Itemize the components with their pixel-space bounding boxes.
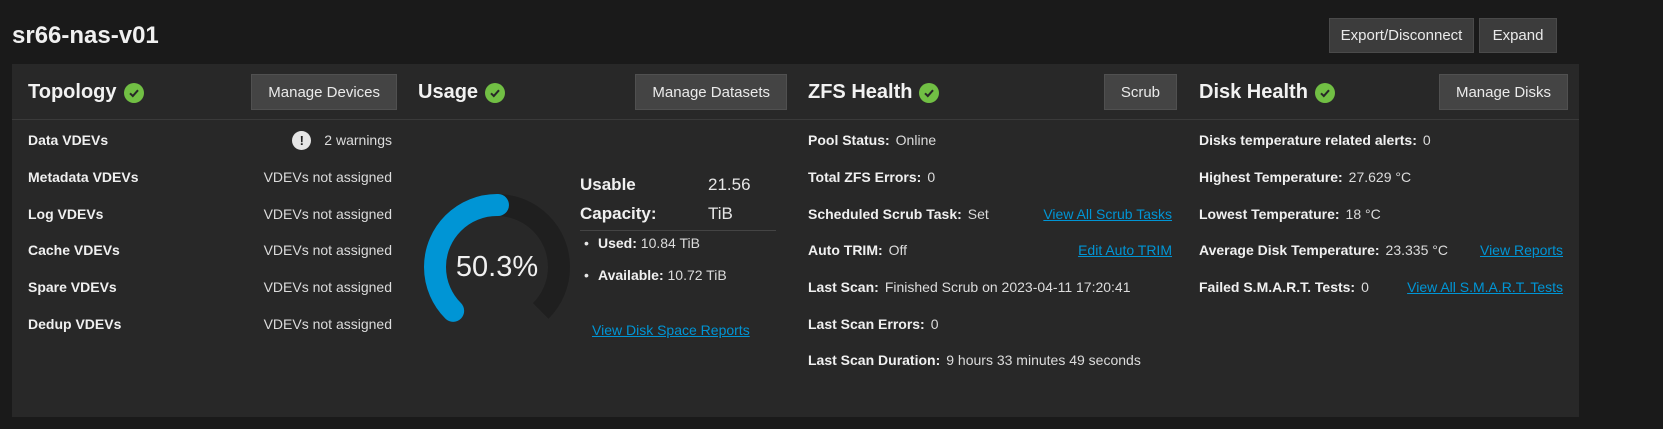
usage-card: Usage Manage Datasets 50.3% Usable Capac… <box>402 64 798 417</box>
disk-row-lowest-temp: Lowest Temperature: 18 °C <box>1199 206 1381 222</box>
topology-row-spare: Spare VDEVs VDEVs not assigned <box>28 279 392 295</box>
zfs-row-scrub-task: Scheduled Scrub Task: Set View All Scrub … <box>808 206 1172 222</box>
topology-row-data: Data VDEVs ! 2 warnings <box>28 130 392 150</box>
check-circle-icon <box>919 82 940 103</box>
manage-devices-button[interactable]: Manage Devices <box>251 74 397 110</box>
zfs-row-total-errors: Total ZFS Errors: 0 <box>808 169 936 185</box>
usage-gauge: 50.3% <box>422 192 572 342</box>
divider <box>580 230 776 231</box>
zfs-row-last-scan-duration: Last Scan Duration: 9 hours 33 minutes 49… <box>808 352 1141 368</box>
expand-button[interactable]: Expand <box>1479 18 1557 53</box>
check-circle-icon <box>1314 82 1335 103</box>
view-all-scrub-tasks-link[interactable]: View All Scrub Tasks <box>1043 206 1172 222</box>
view-reports-link[interactable]: View Reports <box>1480 242 1563 258</box>
usage-card-header: Usage Manage Datasets <box>402 64 798 120</box>
disk-row-average-temp: Average Disk Temperature: 23.335 °C View … <box>1199 242 1563 258</box>
used-row: Used: 10.84 TiB <box>584 235 700 251</box>
zfs-row-pool-status: Pool Status: Online <box>808 132 937 148</box>
disk-row-temp-alerts: Disks temperature related alerts: 0 <box>1199 132 1431 148</box>
zfs-health-title: ZFS Health <box>808 81 940 104</box>
usable-capacity-value: 21.56 TiB <box>708 175 751 223</box>
disk-row-highest-temp: Highest Temperature: 27.629 °C <box>1199 169 1412 185</box>
manage-disks-button[interactable]: Manage Disks <box>1438 74 1568 110</box>
zfs-row-auto-trim: Auto TRIM: Off Edit Auto TRIM <box>808 242 1172 258</box>
disk-health-card: Disk Health Manage Disks Disks temperatu… <box>1183 64 1579 417</box>
zfs-row-last-scan: Last Scan: Finished Scrub on 2023-04-11 1… <box>808 279 1131 295</box>
manage-datasets-button[interactable]: Manage Datasets <box>635 74 787 110</box>
view-all-smart-tests-link[interactable]: View All S.M.A.R.T. Tests <box>1407 279 1563 295</box>
check-circle-icon <box>485 82 506 103</box>
topology-card-header: Topology Manage Devices <box>12 64 408 120</box>
topology-row-cache: Cache VDEVs VDEVs not assigned <box>28 242 392 258</box>
usage-percent: 50.3% <box>455 250 539 283</box>
disk-health-card-header: Disk Health Manage Disks <box>1183 64 1579 120</box>
available-row: Available: 10.72 TiB <box>584 267 727 283</box>
pool-header: sr66-nas-v01 Export/Disconnect Expand <box>0 0 1663 62</box>
pool-name: sr66-nas-v01 <box>12 22 159 49</box>
usable-capacity-label: Usable Capacity: <box>580 175 657 223</box>
topology-row-log: Log VDEVs VDEVs not assigned <box>28 206 392 222</box>
usage-title: Usage <box>418 81 506 104</box>
exclamation-icon: ! <box>292 130 312 150</box>
zfs-health-card-header: ZFS Health Scrub <box>792 64 1188 120</box>
view-disk-space-reports-link[interactable]: View Disk Space Reports <box>592 322 750 338</box>
zfs-health-card: ZFS Health Scrub Pool Status: Online Tota… <box>792 64 1188 417</box>
edit-auto-trim-link[interactable]: Edit Auto TRIM <box>1078 242 1172 258</box>
check-circle-icon <box>123 82 144 103</box>
topology-title: Topology <box>28 81 144 104</box>
disk-health-title: Disk Health <box>1199 81 1335 104</box>
disk-row-failed-smart: Failed S.M.A.R.T. Tests: 0 View All S.M.A… <box>1199 279 1563 295</box>
topology-row-metadata: Metadata VDEVs VDEVs not assigned <box>28 169 392 185</box>
export-disconnect-button[interactable]: Export/Disconnect <box>1329 18 1474 53</box>
topology-card: Topology Manage Devices Data VDEVs ! 2 w… <box>12 64 408 417</box>
topology-row-dedup: Dedup VDEVs VDEVs not assigned <box>28 316 392 332</box>
scrub-button[interactable]: Scrub <box>1103 74 1177 110</box>
zfs-row-last-scan-errors: Last Scan Errors: 0 <box>808 316 939 332</box>
